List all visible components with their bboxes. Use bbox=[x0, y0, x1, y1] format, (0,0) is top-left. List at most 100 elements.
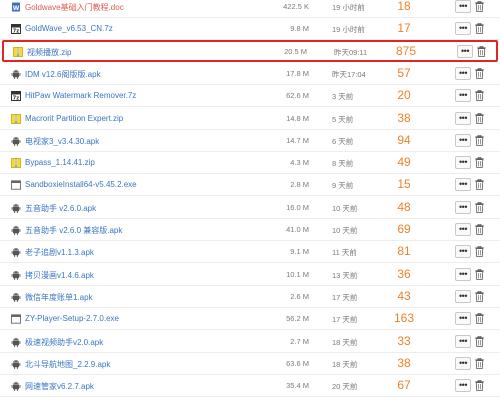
file-name-link[interactable]: 网速管家v6.2.7.apk bbox=[25, 381, 94, 392]
file-name-link[interactable]: HitPaw Watermark Remover.7z bbox=[25, 91, 136, 100]
file-size: 2.8 M bbox=[290, 180, 309, 190]
download-count: 94 bbox=[397, 132, 411, 147]
trash-icon[interactable] bbox=[475, 268, 484, 280]
file-row[interactable]: 五音助手 v2.6.0.apk 16.0 M 10 天前 48 ••• bbox=[0, 197, 500, 219]
more-options-button[interactable]: ••• bbox=[455, 379, 471, 393]
trash-icon[interactable] bbox=[475, 380, 484, 392]
file-time: 5 天前 bbox=[332, 114, 354, 124]
file-size: 62.6 M bbox=[286, 91, 309, 101]
trash-icon[interactable] bbox=[475, 201, 484, 213]
file-name-link[interactable]: IDM v12.6阁版版.apk bbox=[25, 69, 101, 80]
more-options-button[interactable]: ••• bbox=[455, 133, 471, 147]
file-name-link[interactable]: SandboxieInstall64-v5.45.2.exe bbox=[25, 180, 137, 189]
trash-icon[interactable] bbox=[475, 246, 484, 258]
more-options-button[interactable]: ••• bbox=[455, 223, 471, 236]
trash-icon[interactable] bbox=[475, 179, 484, 191]
download-count: 18 bbox=[397, 0, 411, 13]
file-size: 9.1 M bbox=[290, 247, 309, 257]
file-name-link[interactable]: Goldwave基础入门教程.doc bbox=[25, 2, 124, 13]
file-name-link[interactable]: 五音助手 v2.6.0.apk bbox=[25, 203, 96, 214]
more-options-button[interactable]: ••• bbox=[455, 22, 471, 36]
android-icon bbox=[11, 247, 21, 258]
more-options-button[interactable]: ••• bbox=[455, 178, 471, 192]
file-size: 63.6 M bbox=[286, 358, 309, 368]
file-name-link[interactable]: GoldWave_v6.53_CN.7z bbox=[25, 24, 113, 33]
file-row[interactable]: 微信年度账单1.apk 2.6 M 17 天前 43 ••• bbox=[0, 286, 500, 308]
file-row[interactable]: 北斗导航地图_2.2.9.apk 63.6 M 18 天前 38 ••• bbox=[0, 353, 500, 375]
file-size: 16.0 M bbox=[286, 202, 309, 212]
more-options-button[interactable]: ••• bbox=[455, 334, 471, 348]
file-size: 422.5 K bbox=[283, 2, 309, 11]
file-time: 10 天前 bbox=[332, 226, 358, 235]
trash-icon[interactable] bbox=[475, 90, 484, 102]
trash-icon[interactable] bbox=[475, 223, 484, 235]
file-row[interactable]: 7z HitPaw Watermark Remover.7z 62.6 M 3 天前 2… bbox=[0, 85, 500, 108]
file-name-link[interactable]: 微信年度账单1.apk bbox=[25, 292, 93, 303]
android-icon bbox=[11, 359, 21, 369]
word-doc-icon: W bbox=[11, 2, 21, 12]
android-icon bbox=[11, 337, 21, 347]
more-options-button[interactable]: ••• bbox=[457, 44, 473, 58]
file-name-link[interactable]: 北斗导航地图_2.2.9.apk bbox=[25, 359, 110, 370]
trash-icon[interactable] bbox=[475, 67, 484, 79]
file-time: 17 天前 bbox=[332, 315, 358, 325]
file-name-link[interactable]: 老子追剧v1.1.3.apk bbox=[25, 247, 94, 258]
trash-icon[interactable] bbox=[475, 134, 484, 146]
file-name-link[interactable]: 视频播放.zip bbox=[27, 47, 71, 58]
file-row[interactable]: Bypass_1.14.41.zip 4.3 M 8 天前 49 ••• bbox=[0, 152, 500, 175]
trash-icon[interactable] bbox=[475, 290, 484, 302]
more-options-button[interactable]: ••• bbox=[455, 289, 471, 303]
trash-icon[interactable] bbox=[477, 45, 486, 57]
more-options-button[interactable]: ••• bbox=[455, 0, 471, 13]
trash-icon[interactable] bbox=[475, 0, 484, 12]
file-name-link[interactable]: 五音助手 v2.6.0 兼容版.apk bbox=[25, 225, 122, 236]
file-name-link[interactable]: 极速视频助手v2.0.apk bbox=[25, 337, 103, 348]
file-row[interactable]: W Goldwave基础入门教程.doc 422.5 K 19 小时前 18 ••• bbox=[0, 0, 500, 18]
download-count: 48 bbox=[397, 199, 411, 214]
download-count: 33 bbox=[397, 333, 411, 348]
trash-icon[interactable] bbox=[475, 157, 484, 169]
file-time: 18 天前 bbox=[332, 337, 358, 347]
trash-icon[interactable] bbox=[475, 357, 484, 369]
trash-icon[interactable] bbox=[475, 23, 484, 35]
file-row[interactable]: 拷贝漫画v1.4.6.apk 10.1 M 13 天前 36 ••• bbox=[0, 264, 500, 286]
trash-icon[interactable] bbox=[475, 313, 484, 325]
file-row[interactable]: 五音助手 v2.6.0 兼容版.apk 41.0 M 10 天前 69 ••• bbox=[0, 219, 500, 241]
more-options-button[interactable]: ••• bbox=[455, 267, 471, 281]
file-name-link[interactable]: 电视家3_v3.4.30.apk bbox=[25, 136, 99, 147]
file-row[interactable]: IDM v12.6阁版版.apk 17.8 M 昨天17:04 57 ••• bbox=[0, 63, 500, 85]
more-options-button[interactable]: ••• bbox=[455, 89, 471, 103]
zip-archive-icon bbox=[13, 46, 23, 57]
file-time: 19 小时前 bbox=[332, 3, 365, 12]
file-row[interactable]: 视频播放.zip 20.5 M 昨天09:11 875 ••• bbox=[2, 39, 498, 62]
android-icon bbox=[11, 270, 21, 280]
svg-text:7z: 7z bbox=[13, 29, 19, 34]
file-row[interactable]: Macrorit Partition Expert.zip 14.8 M 5 天前 3… bbox=[0, 108, 500, 130]
more-options-button[interactable]: ••• bbox=[455, 66, 471, 80]
file-row[interactable]: ZY-Player-Setup-2.7.0.exe 56.2 M 17 天前 163 •… bbox=[0, 308, 500, 331]
file-name-link[interactable]: Bypass_1.14.41.zip bbox=[25, 158, 95, 167]
file-name-link[interactable]: 拷贝漫画v1.4.6.apk bbox=[25, 270, 94, 281]
trash-icon[interactable] bbox=[475, 112, 484, 124]
file-row[interactable]: 电视家3_v3.4.30.apk 14.7 M 6 天前 94 ••• bbox=[0, 130, 500, 152]
more-options-button[interactable]: ••• bbox=[455, 111, 471, 125]
svg-text:7z: 7z bbox=[13, 96, 19, 101]
file-row[interactable]: 老子追剧v1.1.3.apk 9.1 M 11 天前 81 ••• bbox=[0, 241, 500, 264]
more-options-button[interactable]: ••• bbox=[455, 356, 471, 370]
trash-icon[interactable] bbox=[475, 335, 484, 347]
more-options-button[interactable]: ••• bbox=[455, 245, 471, 259]
download-count: 875 bbox=[395, 43, 417, 58]
file-name-link[interactable]: Macrorit Partition Expert.zip bbox=[25, 114, 123, 123]
file-row[interactable]: SandboxieInstall64-v5.45.2.exe 2.8 M 9 天前 1… bbox=[0, 174, 500, 197]
android-icon bbox=[11, 136, 21, 146]
download-count: 20 bbox=[397, 88, 411, 103]
file-row[interactable]: 极速视频助手v2.0.apk 2.7 M 18 天前 33 ••• bbox=[0, 331, 500, 353]
file-row[interactable]: 网速管家v6.2.7.apk 35.4 M 20 天前 67 ••• bbox=[0, 375, 500, 398]
file-size: 2.7 M bbox=[290, 336, 309, 346]
more-options-button[interactable]: ••• bbox=[455, 156, 471, 170]
file-row[interactable]: 7z GoldWave_v6.53_CN.7z 9.8 M 19 小时前 17 ••• bbox=[0, 18, 500, 41]
more-options-button[interactable]: ••• bbox=[455, 312, 471, 326]
file-name-link[interactable]: ZY-Player-Setup-2.7.0.exe bbox=[25, 314, 119, 323]
more-options-button[interactable]: ••• bbox=[455, 200, 471, 214]
download-count: 38 bbox=[397, 355, 411, 370]
